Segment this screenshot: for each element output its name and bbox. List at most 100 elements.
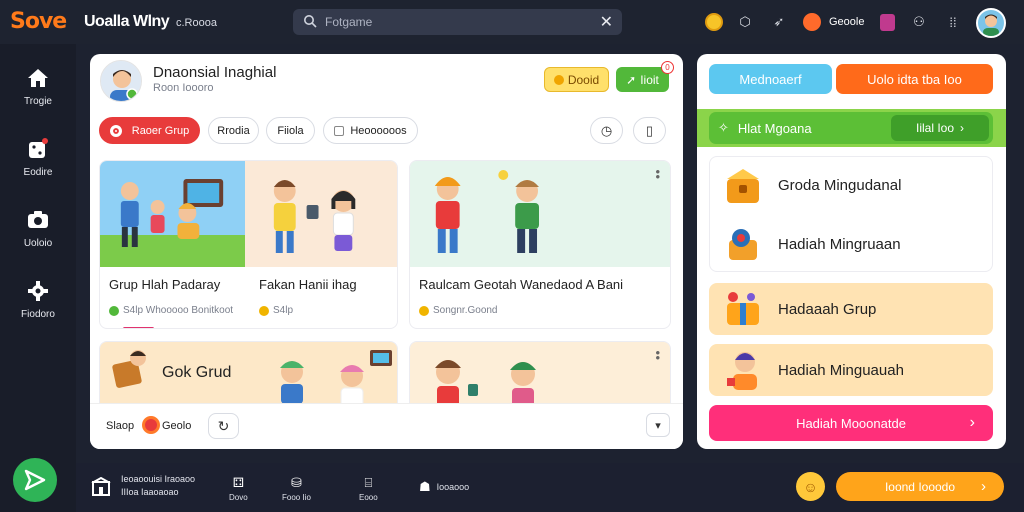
gift-icon: ⌸ bbox=[364, 475, 373, 490]
rocket-icon[interactable]: ➶ bbox=[769, 12, 789, 32]
footer-badge: Geolo bbox=[162, 420, 192, 432]
flower-icon bbox=[142, 416, 160, 434]
card-illustration bbox=[100, 161, 397, 267]
page-title: Dnaonsial Inaghial bbox=[153, 64, 277, 81]
panel-footer: Slaop Geolo ↻ ▾ bbox=[90, 403, 683, 449]
close-icon[interactable]: ✕ bbox=[600, 12, 613, 32]
chip-news[interactable]: Heoooooos bbox=[323, 117, 418, 144]
shield-icon[interactable]: ⬡ bbox=[735, 12, 755, 32]
sidebar-item-settings[interactable]: Fiodoro bbox=[0, 279, 76, 335]
chip-group[interactable]: Raoer Grup bbox=[99, 117, 200, 144]
claim-reward-label: Hadiah Mooonatde bbox=[796, 415, 906, 431]
green-button-label: Iioit bbox=[640, 72, 659, 87]
camera-icon bbox=[26, 208, 50, 232]
app-title: Uoalla Wlny bbox=[84, 13, 170, 30]
reward-label: Hadiah Mingruaan bbox=[778, 235, 901, 253]
claim-reward-button[interactable]: Hadiah Mooonatde › bbox=[709, 405, 993, 441]
topbar-label[interactable]: Geoole bbox=[829, 16, 864, 28]
arrow-icon: ➚ bbox=[626, 72, 637, 87]
card-meta: S4lp Whooooo Bonitkoot bbox=[109, 305, 233, 316]
more-icon[interactable]: • • bbox=[655, 346, 660, 364]
treasure-icon bbox=[727, 169, 759, 203]
profile-avatar[interactable] bbox=[100, 60, 142, 102]
reward-label: Groda Mingudanal bbox=[778, 176, 902, 194]
card-meta: Songnr.Goond bbox=[419, 305, 498, 316]
card-meta: S4lp bbox=[259, 305, 293, 316]
chevron-right-icon: › bbox=[969, 414, 975, 431]
top-bar: Sove Uoalla Wlny c.Roooa ✕ ⬡ ➶ Geoole ⚇ … bbox=[0, 0, 1024, 44]
sidebar-item-home[interactable]: Trogie bbox=[0, 66, 76, 122]
gold-button-label: Dooid bbox=[567, 72, 600, 87]
card-meta-text: S4lp Whooooo Bonitkoot bbox=[123, 305, 234, 316]
bookmark-icon[interactable] bbox=[877, 12, 897, 32]
card-meta-text: Songnr.Goond bbox=[433, 305, 498, 316]
dice-icon bbox=[26, 137, 50, 161]
reward-item[interactable]: Hadiah Mingruaan bbox=[709, 218, 993, 270]
green-header-button[interactable]: Iilal Ioo › bbox=[891, 115, 989, 141]
bottom-item-profile[interactable]: ☗ Iooaooo bbox=[419, 479, 469, 495]
card-title: Raulcam Geotah Wanedaod A Bani bbox=[419, 277, 624, 292]
bottom-item-label: Dovo bbox=[229, 493, 248, 502]
bottom-item-label: Fooo Iio bbox=[282, 493, 311, 502]
chip-label: Heoooooos bbox=[350, 124, 407, 137]
more-icon[interactable]: • • bbox=[655, 165, 660, 183]
bottom-item-shop[interactable]: ⛁ Fooo Iio bbox=[282, 475, 311, 502]
chevron-down-icon[interactable]: ▾ bbox=[646, 413, 670, 437]
card-title: Gok Grud bbox=[162, 364, 232, 381]
refresh-icon[interactable]: ↻ bbox=[208, 413, 239, 439]
fire-icon[interactable] bbox=[802, 12, 822, 32]
chip-video[interactable]: Fiiola bbox=[266, 117, 315, 144]
app-logo[interactable]: Sove bbox=[10, 9, 67, 34]
sidebar: Trogie Eodire Uoloio Fiodoro bbox=[0, 44, 76, 512]
chip-label: Raoer Grup bbox=[131, 124, 190, 137]
reward-item-group[interactable]: Hadaaah Grup bbox=[709, 283, 993, 335]
tab-members[interactable]: Mednoaerf bbox=[709, 64, 832, 94]
user-avatar[interactable] bbox=[976, 8, 1006, 38]
page-subtitle: Roon Ioooro bbox=[153, 82, 214, 94]
reward-item[interactable]: Groda Mingudanal bbox=[709, 159, 993, 211]
news-icon bbox=[334, 125, 345, 136]
sidebar-item-camera[interactable]: Uoloio bbox=[0, 208, 76, 264]
sidebar-item-label: Trogie bbox=[24, 96, 52, 107]
gold-button[interactable]: Dooid bbox=[544, 67, 609, 92]
send-icon bbox=[24, 469, 46, 491]
reward-label: Hadiah Minguauah bbox=[778, 361, 904, 379]
grid-icon[interactable]: ⁞⁞ bbox=[943, 12, 963, 32]
green-button[interactable]: ➚ Iioit 0 bbox=[616, 61, 674, 92]
gamepad-icon: ⚃ bbox=[232, 475, 244, 490]
notification-badge: 0 bbox=[661, 61, 674, 74]
game-card-gok[interactable]: Gok Grud bbox=[99, 341, 398, 411]
mouse-icon[interactable]: ▯ bbox=[633, 117, 666, 144]
game-card-story[interactable]: • • Raulcam Geotah Wanedaod A Bani Songnr… bbox=[409, 160, 671, 329]
bottom-item-games[interactable]: ⚃ Dovo bbox=[229, 475, 248, 502]
game-card-group[interactable]: Grup Hlah Padaray Fakan Hanii ihag S4lp … bbox=[99, 160, 398, 329]
main-panel: Dnaonsial Inaghial Roon Ioooro Dooid ➚ Ii… bbox=[90, 54, 683, 449]
search-bar: ✕ bbox=[293, 9, 622, 35]
smile-icon[interactable]: ☺ bbox=[796, 472, 825, 501]
chip-media[interactable]: Rrodia bbox=[208, 117, 259, 144]
building-icon[interactable] bbox=[91, 477, 111, 497]
bottom-item-gifts[interactable]: ⌸ Eooo bbox=[359, 475, 378, 502]
sidebar-item-games[interactable]: Eodire bbox=[0, 137, 76, 193]
sidebar-item-label: Fiodoro bbox=[21, 309, 55, 320]
game-card-friends[interactable]: • • bbox=[409, 341, 671, 411]
green-header-title: Hlat Mgoana bbox=[737, 120, 812, 136]
gear-icon bbox=[26, 279, 50, 303]
play-button[interactable] bbox=[13, 458, 57, 502]
chevron-right-icon: › bbox=[981, 478, 986, 495]
friends-icon[interactable]: ⚇ bbox=[909, 12, 929, 32]
bottom-bar: Ieoaoouisi Iraoaoo IIIoa Iaaoaoao ⚃ Dovo … bbox=[76, 463, 1024, 512]
card-illustration bbox=[410, 342, 670, 411]
bottom-cta-button[interactable]: Ioond Iooodo › bbox=[836, 472, 1004, 501]
gem-icon bbox=[109, 305, 119, 316]
sidebar-item-label: Uoloio bbox=[23, 238, 53, 249]
timer-icon[interactable]: ◷ bbox=[590, 117, 623, 144]
tab-events[interactable]: Uolo idta tba Ioo bbox=[836, 64, 993, 94]
bag-icon: ⛁ bbox=[291, 475, 302, 490]
record-icon bbox=[109, 124, 122, 137]
reward-item-weekly[interactable]: Hadiah Minguauah bbox=[709, 344, 993, 396]
search-input[interactable] bbox=[325, 13, 585, 31]
bottom-text: Ieoaoouisi Iraoaoo IIIoa Iaaoaoao bbox=[121, 473, 195, 499]
chevron-right-icon: › bbox=[960, 121, 965, 135]
coin-icon[interactable] bbox=[704, 12, 724, 32]
